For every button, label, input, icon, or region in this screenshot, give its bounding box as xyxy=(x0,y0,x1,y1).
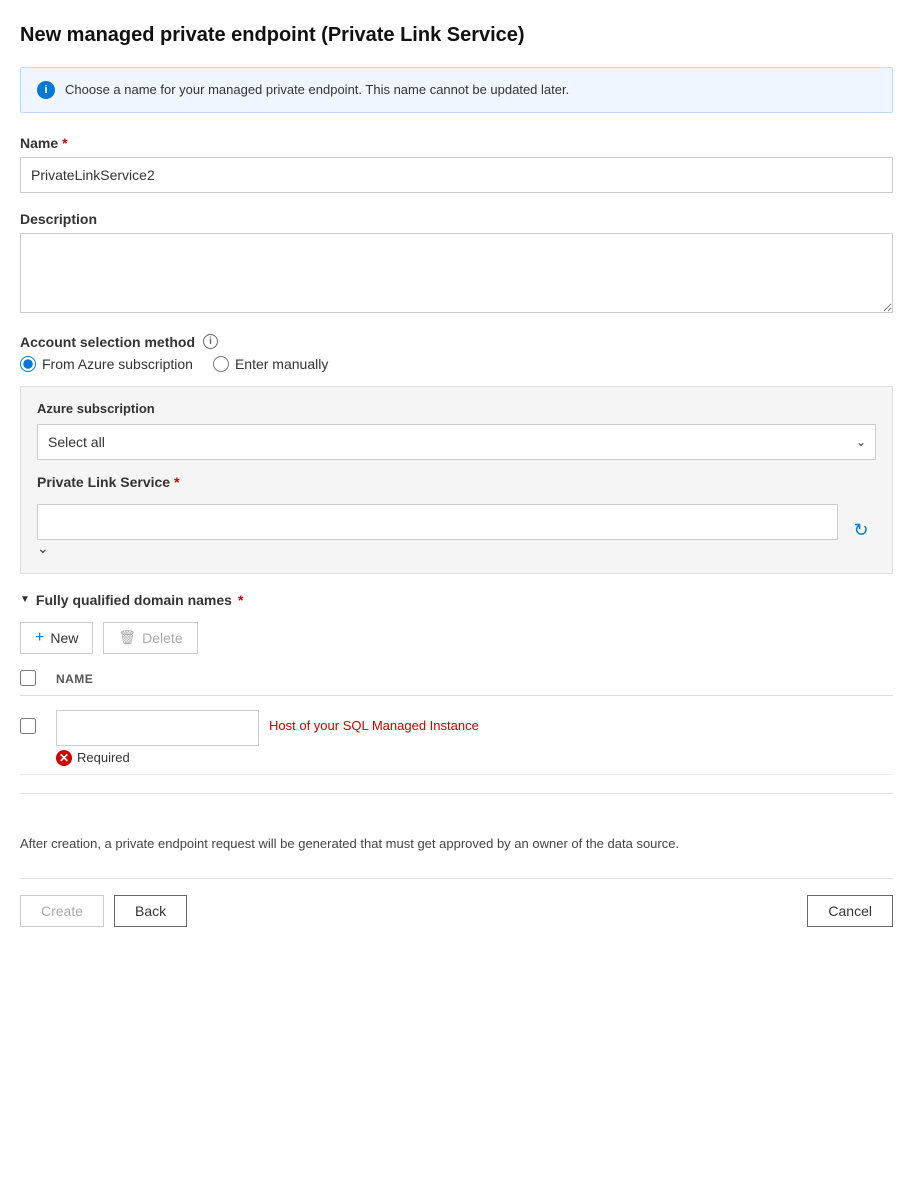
hint-row: ✕ Required Host of your SQL Managed Inst… xyxy=(56,710,893,766)
private-link-select-wrapper: ⌄ xyxy=(37,504,838,557)
triangle-icon: ▼ xyxy=(20,594,30,605)
fqdn-toolbar: + New 🗑 Delete xyxy=(20,622,893,654)
new-button-label: New xyxy=(50,630,78,646)
fqdn-section-title: ▼ Fully qualified domain names * xyxy=(20,592,893,608)
back-button[interactable]: Back xyxy=(114,895,187,927)
fqdn-hint-text: Host of your SQL Managed Instance xyxy=(269,710,479,733)
table-header-row: NAME xyxy=(20,670,893,696)
info-banner: i Choose a name for your managed private… xyxy=(20,67,893,113)
name-required-star: * xyxy=(62,135,67,151)
private-link-required-star: * xyxy=(174,474,179,490)
radio-azure-label: From Azure subscription xyxy=(42,356,193,372)
row-input-area: ✕ Required Host of your SQL Managed Inst… xyxy=(56,710,893,766)
fqdn-input[interactable] xyxy=(56,710,259,746)
delete-button: 🗑 Delete xyxy=(103,622,197,654)
fqdn-table: NAME ✕ Required Host of your SQL Managed… xyxy=(20,670,893,775)
fqdn-required-star: * xyxy=(238,592,243,608)
footer-note: After creation, a private endpoint reque… xyxy=(20,834,880,855)
plus-icon: + xyxy=(35,629,44,647)
page-title: New managed private endpoint (Private Li… xyxy=(20,24,893,47)
cancel-button[interactable]: Cancel xyxy=(807,895,893,927)
account-selection-group: Account selection method i From Azure su… xyxy=(20,334,893,574)
row-checkbox-col xyxy=(20,710,56,737)
account-selection-info-icon[interactable]: i xyxy=(203,334,218,349)
subscription-label: Azure subscription xyxy=(37,401,876,416)
name-field-group: Name * xyxy=(20,135,893,193)
error-icon: ✕ xyxy=(56,750,72,766)
private-link-select[interactable] xyxy=(37,504,838,540)
table-row: ✕ Required Host of your SQL Managed Inst… xyxy=(20,702,893,775)
subscription-select-wrapper: Select all ⌄ xyxy=(37,424,876,460)
required-error-text: Required xyxy=(77,750,130,765)
fqdn-input-wrapper: ✕ Required xyxy=(56,710,259,766)
trash-icon: 🗑 xyxy=(118,629,136,646)
bottom-toolbar: Create Back Cancel xyxy=(20,878,893,927)
required-error: ✕ Required xyxy=(56,750,259,766)
name-input[interactable] xyxy=(20,157,893,193)
select-all-checkbox[interactable] xyxy=(20,670,36,686)
subscription-box: Azure subscription Select all ⌄ Private … xyxy=(20,386,893,574)
divider xyxy=(20,793,893,794)
bottom-left-buttons: Create Back xyxy=(20,895,187,927)
description-input[interactable] xyxy=(20,233,893,313)
header-checkbox-col xyxy=(20,670,56,689)
description-label: Description xyxy=(20,211,893,227)
name-label: Name * xyxy=(20,135,893,151)
subscription-select[interactable]: Select all xyxy=(37,424,876,460)
radio-azure-subscription[interactable]: From Azure subscription xyxy=(20,356,193,372)
info-icon: i xyxy=(37,81,55,99)
info-banner-text: Choose a name for your managed private e… xyxy=(65,80,569,100)
private-link-label: Private Link Service * xyxy=(37,474,876,490)
row-checkbox[interactable] xyxy=(20,718,36,734)
radio-azure-input[interactable] xyxy=(20,356,36,372)
private-link-row: ⌄ ↻ xyxy=(37,504,876,557)
private-link-chevron-icon: ⌄ xyxy=(37,540,49,556)
fqdn-section: ▼ Fully qualified domain names * + New 🗑… xyxy=(20,592,893,775)
create-button: Create xyxy=(20,895,104,927)
refresh-icon[interactable]: ↻ xyxy=(846,512,876,548)
new-button[interactable]: + New xyxy=(20,622,93,654)
delete-button-label: Delete xyxy=(142,630,182,646)
account-selection-label: Account selection method i xyxy=(20,334,893,350)
radio-group: From Azure subscription Enter manually xyxy=(20,356,893,372)
radio-manual-label: Enter manually xyxy=(235,356,328,372)
radio-enter-manually[interactable]: Enter manually xyxy=(213,356,328,372)
radio-manual-input[interactable] xyxy=(213,356,229,372)
description-field-group: Description xyxy=(20,211,893,316)
name-column-header: NAME xyxy=(56,672,893,686)
